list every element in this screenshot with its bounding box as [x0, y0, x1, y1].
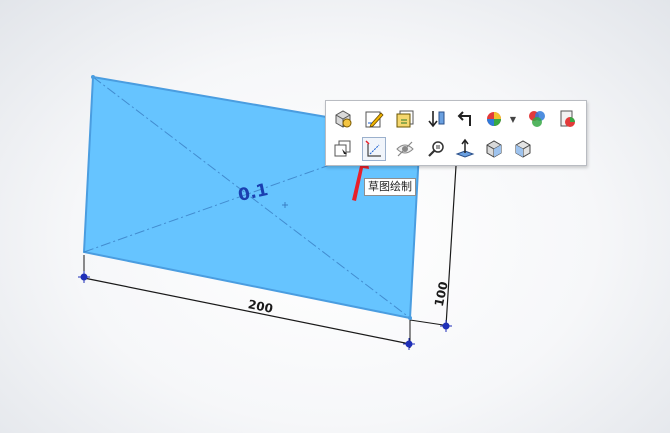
normal-arrow-icon — [455, 138, 475, 158]
paint-icon — [560, 110, 575, 127]
graphics-area[interactable]: 0.1 200 100 ▼ 草图绘制 — [0, 0, 670, 433]
copy-view-button[interactable] — [331, 137, 355, 161]
appearances-manager-button[interactable] — [525, 107, 549, 131]
window-copy-icon — [334, 140, 351, 157]
edit-sketch-icon — [365, 111, 384, 128]
hide-show-button[interactable] — [393, 137, 417, 161]
normal-to-button[interactable] — [453, 137, 477, 161]
sketch-point[interactable] — [78, 271, 90, 283]
edit-sketch-button[interactable] — [362, 107, 386, 131]
cube-view-icon — [486, 140, 502, 158]
sort-arrow-icon — [428, 111, 445, 128]
sketch-drawing-button[interactable] — [362, 137, 386, 161]
edit-feature-button[interactable] — [393, 107, 417, 131]
zoom-to-fit-button[interactable] — [424, 137, 448, 161]
appearance-button[interactable] — [482, 107, 506, 131]
sketch-scene: 0.1 200 100 — [78, 75, 457, 350]
sketch-icon — [365, 140, 381, 157]
context-toolbar: ▼ — [325, 100, 587, 166]
view-orientation-button[interactable] — [482, 137, 506, 161]
eye-icon — [396, 141, 414, 157]
cube-zoom-icon — [335, 110, 352, 128]
return-arrow-icon — [457, 111, 471, 126]
color-ball-icon — [487, 112, 501, 126]
dimension-line-height — [445, 165, 457, 327]
appearance-dropdown-caret[interactable]: ▼ — [509, 115, 517, 124]
isometric-button[interactable] — [511, 137, 535, 161]
sort-ascending-button[interactable] — [424, 107, 448, 131]
zoom-to-selection-button[interactable] — [331, 107, 355, 131]
dimension-width-label[interactable]: 200 — [247, 297, 274, 316]
color-sphere-icon — [529, 111, 545, 127]
rollback-button[interactable] — [453, 107, 477, 131]
tooltip: 草图绘制 — [364, 178, 416, 196]
edit-feature-icon — [396, 110, 414, 128]
corner-point — [91, 75, 95, 79]
corner-point — [408, 316, 412, 320]
sketch-point[interactable] — [403, 338, 415, 350]
cube-iso-icon — [515, 140, 531, 158]
sketch-point[interactable] — [440, 320, 452, 332]
display-style-button[interactable] — [555, 107, 579, 131]
magnifier-icon — [428, 141, 444, 157]
